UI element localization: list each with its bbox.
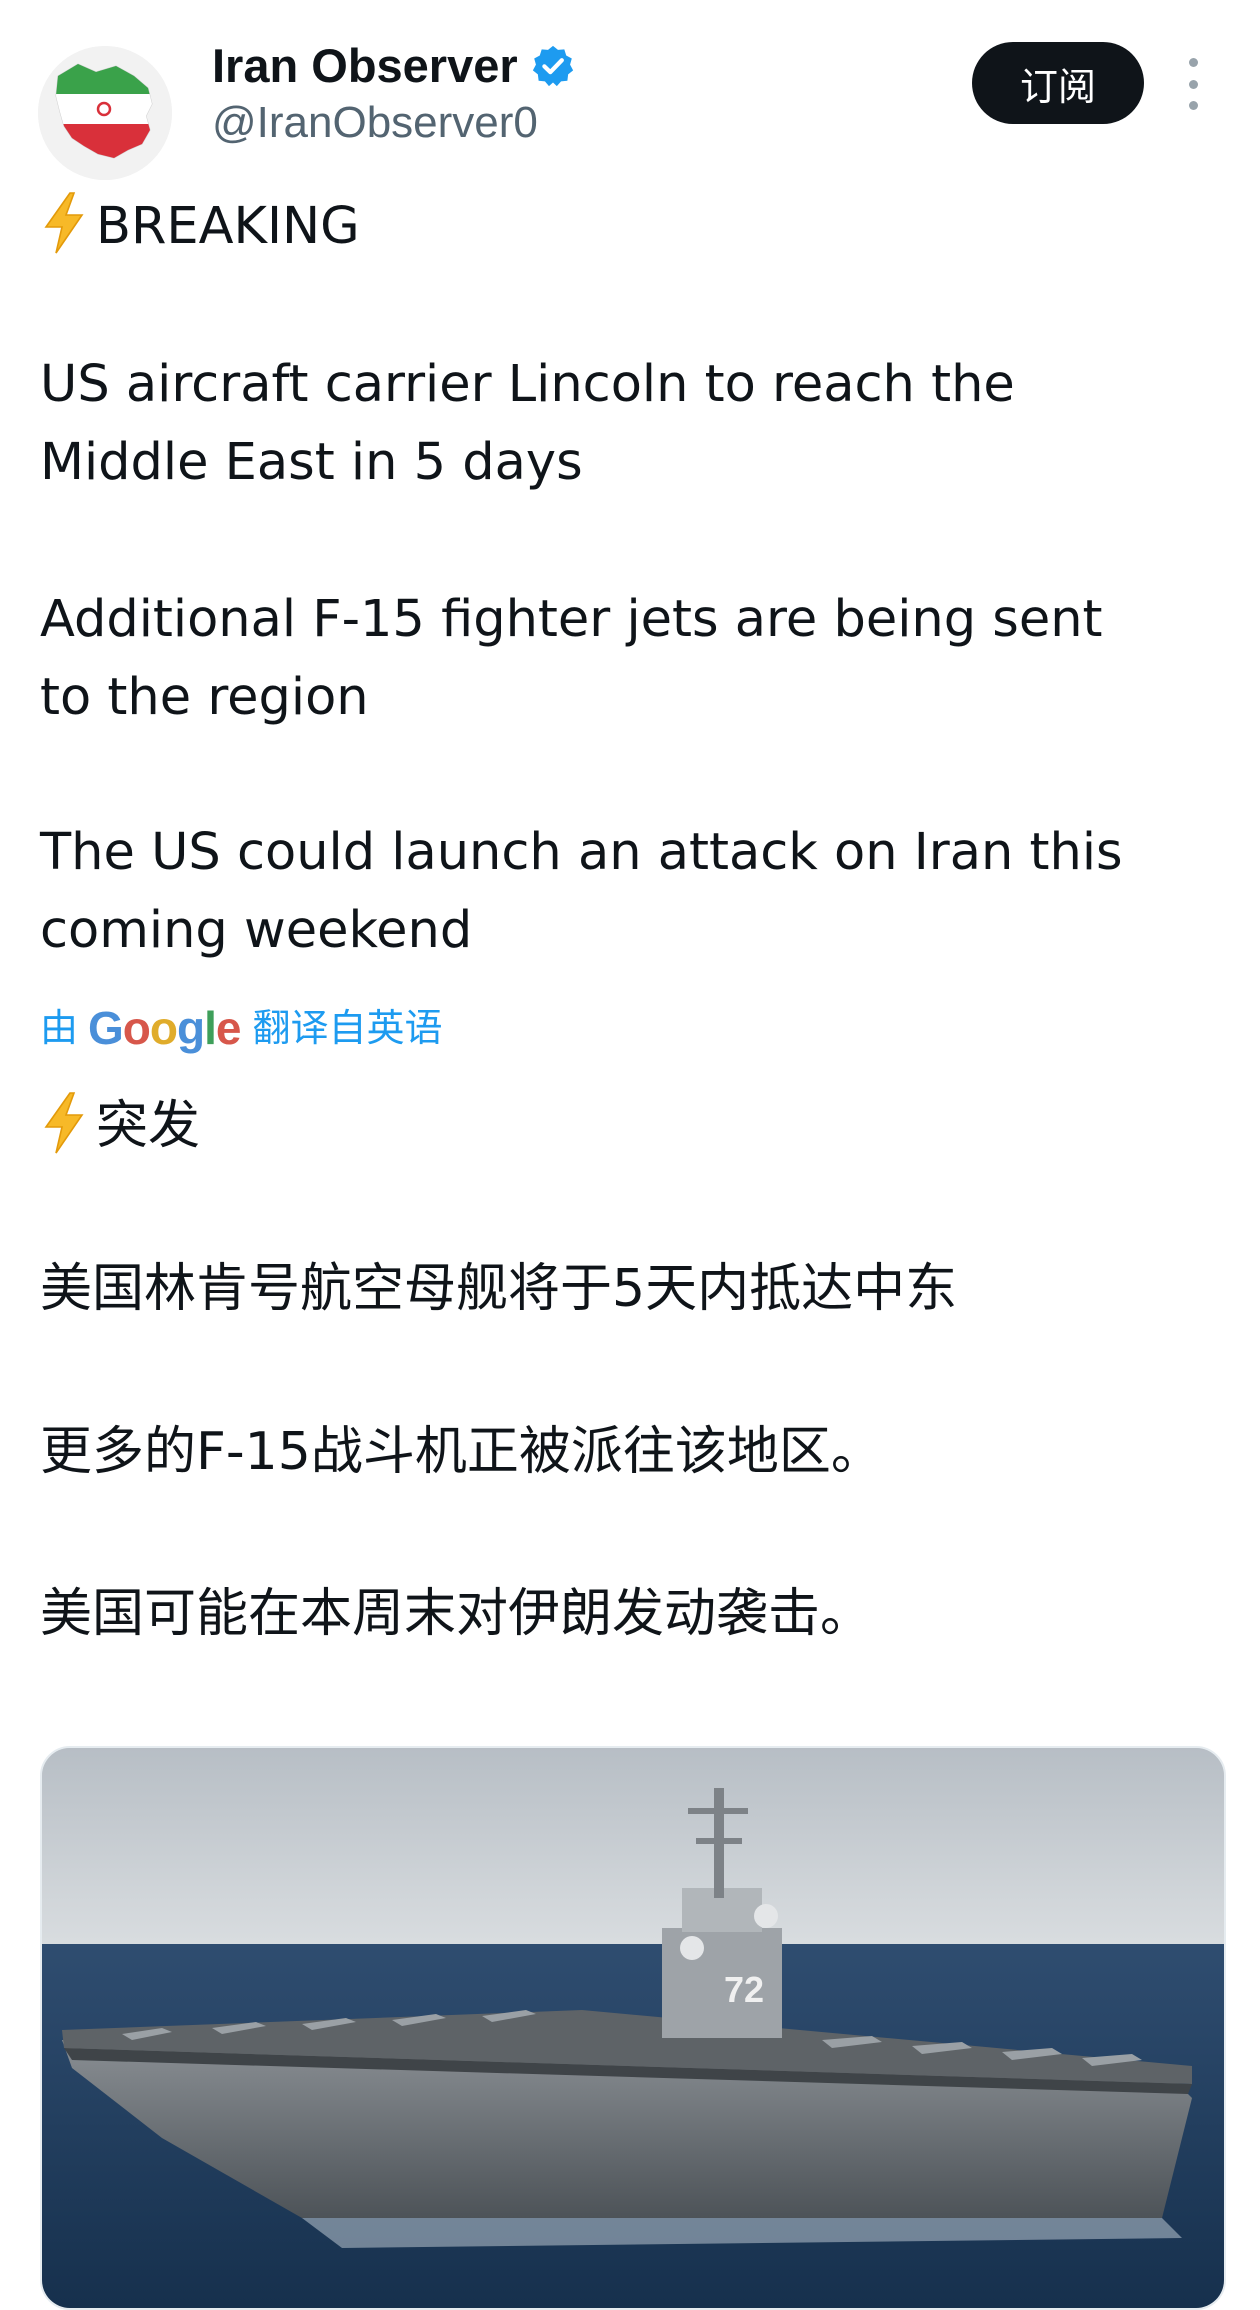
- translated-line: 更多的F-15战斗机正被派往该地区。: [40, 1422, 883, 1482]
- more-dot: [1188, 101, 1198, 110]
- lightning-icon: [44, 192, 84, 254]
- subscribe-button[interactable]: 订阅: [972, 42, 1144, 124]
- verified-badge-icon: [532, 45, 573, 87]
- avatar[interactable]: [38, 46, 172, 180]
- tweet-media[interactable]: 72: [40, 1746, 1226, 2310]
- tweet-line: to the region: [40, 668, 369, 727]
- tweet-headline: BREAKING: [40, 188, 360, 266]
- display-name[interactable]: Iran Observer: [212, 38, 576, 94]
- aircraft-carrier-photo: 72: [42, 1748, 1224, 2308]
- translated-line: 美国可能在本周末对伊朗发动袭击。: [40, 1584, 873, 1644]
- tweet-line: Middle East in 5 days: [40, 433, 583, 492]
- translation-suffix: 翻译自英语: [252, 1006, 443, 1050]
- tweet-line: Additional F-15 fighter jets are being s…: [40, 590, 1103, 649]
- more-vertical-icon[interactable]: [1182, 58, 1204, 110]
- iran-map-flag-avatar: [38, 46, 172, 180]
- translation-prefix: 由: [40, 1006, 79, 1050]
- translated-line: 美国林肯号航空母舰将于5天内抵达中东: [40, 1259, 958, 1319]
- translation-attribution[interactable]: 由 Google 翻译自英语: [40, 998, 443, 1058]
- tweet-line: coming weekend: [40, 901, 473, 960]
- account-handle[interactable]: @IranObserver0: [212, 96, 538, 150]
- more-dot: [1188, 58, 1198, 67]
- headline-text: BREAKING: [96, 197, 360, 256]
- tweet-line: US aircraft carrier Lincoln to reach the: [40, 355, 1015, 414]
- google-logo: Google: [88, 1002, 241, 1054]
- lightning-icon: [44, 1092, 84, 1154]
- hull-number: 72: [724, 1969, 764, 2010]
- translated-headline-text: 突发: [96, 1096, 201, 1156]
- display-name-text[interactable]: Iran Observer: [212, 38, 518, 94]
- tweet-line: The US could launch an attack on Iran th…: [40, 823, 1123, 882]
- translated-headline: 突发: [40, 1087, 200, 1165]
- more-dot: [1188, 79, 1198, 89]
